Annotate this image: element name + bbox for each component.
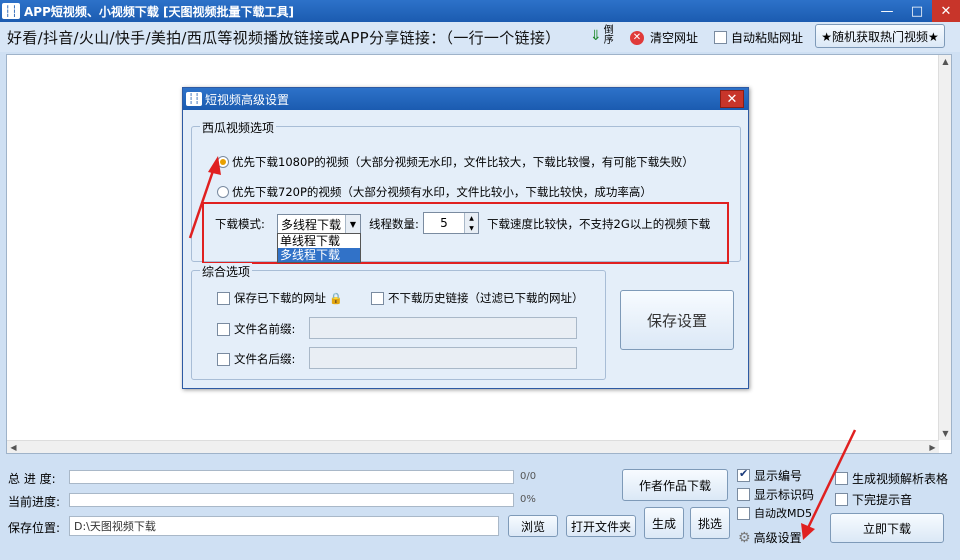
annotation-arrows — [188, 156, 857, 540]
arrow-to-1080p-option — [188, 156, 221, 239]
arrow-to-advanced-settings — [801, 429, 857, 540]
